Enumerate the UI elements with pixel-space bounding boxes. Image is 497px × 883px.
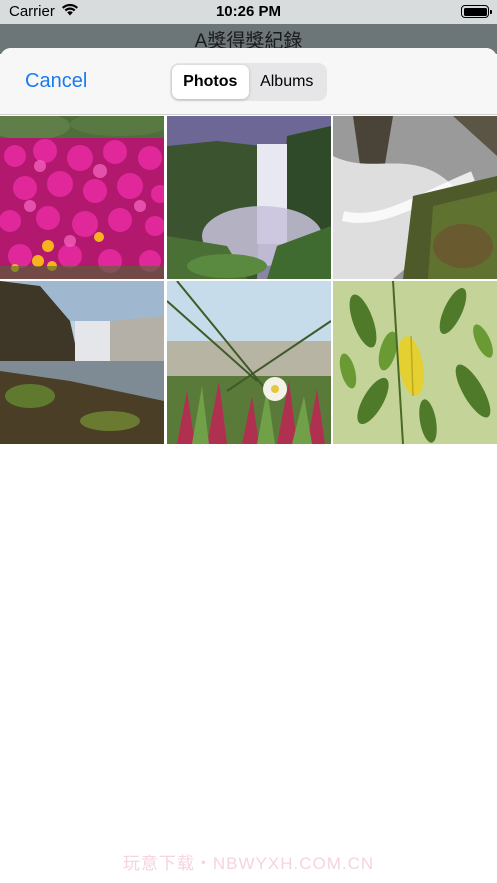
waterfall-shore-image (0, 281, 164, 444)
watermark-text: 玩意下载・NBWYXH.COM.CN (122, 854, 375, 873)
photo-thumbnail[interactable] (333, 116, 497, 279)
cancel-button[interactable]: Cancel (25, 70, 87, 93)
status-bar: Carrier 10:26 PM (0, 0, 497, 24)
misty-waterfall-image (166, 116, 331, 279)
photo-grid (0, 116, 497, 444)
photo-thumbnail[interactable] (166, 116, 331, 279)
green-leaves-image (333, 281, 497, 444)
photo-thumbnail[interactable] (0, 116, 164, 279)
waterfall-rocks-image (333, 116, 497, 279)
status-time: 10:26 PM (215, 3, 282, 20)
photo-thumbnail[interactable] (333, 281, 497, 444)
segment-photos[interactable]: Photos (172, 65, 249, 99)
beach-flower-image (166, 281, 331, 444)
battery-icon (461, 5, 492, 18)
photo-picker-sheet: Cancel Photos Albums 玩意下载・NBWYXH.COM.CN (0, 48, 497, 883)
picker-nav-bar: Cancel Photos Albums (0, 48, 497, 115)
photo-thumbnail[interactable] (166, 281, 331, 444)
photo-thumbnail[interactable] (0, 281, 164, 444)
segment-albums[interactable]: Albums (249, 65, 326, 99)
pink-flowers-image (0, 116, 164, 279)
photos-albums-segmented-control: Photos Albums (170, 63, 327, 101)
